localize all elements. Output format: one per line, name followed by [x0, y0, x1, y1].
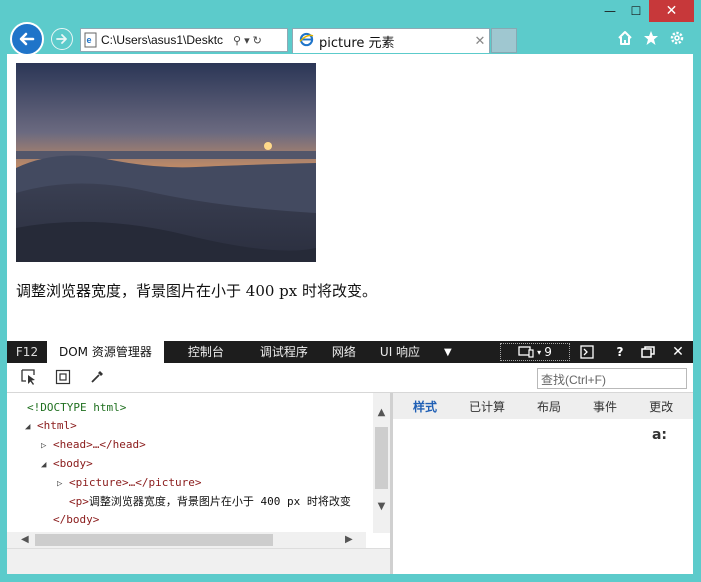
address-text[interactable]: C:\Users\asus1\Desktc — [101, 33, 231, 47]
home-icon[interactable] — [616, 28, 634, 48]
ie-page-icon: e — [81, 29, 101, 51]
picture-tag: <picture>…</picture> — [69, 476, 202, 489]
expand-triangle-icon[interactable]: ▷ — [41, 437, 53, 455]
styles-pane: 样式 已计算 布局 事件 更改 a: — [393, 393, 693, 574]
dom-node-html[interactable]: ◢ <html> — [25, 417, 77, 435]
collapse-triangle-icon[interactable]: ◢ — [25, 418, 37, 436]
expand-triangle-icon[interactable]: ▷ — [57, 475, 69, 493]
refresh-icon[interactable]: ↻ — [253, 34, 262, 47]
tab-changes[interactable]: 更改 — [629, 398, 685, 415]
scroll-left-icon[interactable]: ◀ — [21, 532, 29, 548]
search-icon[interactable]: ⚲ — [233, 34, 241, 47]
tab-picture[interactable]: picture 元素 ✕ — [292, 28, 490, 53]
dom-horizontal-scrollbar[interactable]: ◀ ▶ — [7, 532, 366, 548]
dom-tree-pane: <!DOCTYPE html> ◢ <html> ▷ <head>…</head> … — [7, 393, 390, 548]
more-tabs-icon[interactable]: ▼ — [444, 347, 452, 358]
address-bar[interactable]: e C:\Users\asus1\Desktc ⚲ ▾ ↻ — [80, 28, 288, 52]
monitor-icon — [518, 346, 534, 358]
svg-text:e: e — [87, 35, 92, 45]
browser-window: — ☐ ✕ e C:\Users\asus1\Desktc ⚲ ▾ ↻ pict… — [0, 0, 701, 582]
collapse-triangle-icon[interactable]: ◢ — [41, 456, 53, 474]
tab-title: picture 元素 — [319, 35, 395, 51]
undock-icon[interactable] — [637, 341, 659, 363]
forward-button[interactable] — [51, 28, 73, 50]
page-viewport: 调整浏览器宽度，背景图片在小于 400 px 时将改变。 — [7, 54, 693, 341]
chevron-down-icon[interactable]: ▾ — [244, 34, 250, 47]
tab-styles[interactable]: 样式 — [393, 398, 449, 415]
back-arrow-icon — [19, 32, 35, 46]
tab-dom-explorer[interactable]: DOM 资源管理器 — [47, 341, 164, 363]
dom-vertical-scrollbar[interactable]: ▲ ▼ — [373, 393, 390, 533]
favorites-star-icon[interactable] — [642, 28, 660, 48]
tab-computed[interactable]: 已计算 — [449, 398, 517, 415]
minimize-button[interactable]: — — [597, 0, 623, 22]
dom-node-p[interactable]: <p>调整浏览器宽度，背景图片在小于 400 px 时将改变 — [57, 493, 351, 511]
settings-gear-icon[interactable] — [668, 28, 686, 48]
highlight-box-icon[interactable] — [53, 367, 73, 387]
ie-logo-icon — [299, 32, 314, 50]
select-element-icon[interactable] — [19, 367, 39, 387]
devtools-tab-bar: F12 DOM 资源管理器 控制台 调试程序 网络 UI 响应 ▼ ▾ 9 ? — [7, 341, 693, 363]
body-tag: <body> — [53, 457, 93, 470]
dom-node-body-close[interactable]: </body> — [41, 511, 99, 529]
styles-tab-bar: 样式 已计算 布局 事件 更改 — [393, 393, 693, 419]
body-close-tag: </body> — [53, 513, 100, 526]
dom-node-body[interactable]: ◢ <body> — [41, 455, 93, 473]
page-paragraph: 调整浏览器宽度，背景图片在小于 400 px 时将改变。 — [16, 282, 377, 300]
scroll-up-icon[interactable]: ▲ — [375, 407, 388, 418]
dom-node-head[interactable]: ▷ <head>…</head> — [41, 436, 146, 454]
p-text: 调整浏览器宽度，背景图片在小于 400 px 时将改变 — [88, 495, 351, 508]
tab-debugger[interactable]: 调试程序 — [248, 341, 320, 363]
back-button[interactable] — [10, 22, 44, 56]
tab-events[interactable]: 事件 — [573, 398, 629, 415]
close-devtools-icon[interactable]: ✕ — [669, 341, 687, 363]
close-tab-icon[interactable]: ✕ — [471, 34, 489, 49]
f12-label: F12 — [15, 345, 39, 359]
devtools-toolbar: 查找(Ctrl+F) — [7, 363, 693, 393]
dom-node-doctype[interactable]: <!DOCTYPE html> — [15, 399, 126, 417]
tab-layout[interactable]: 布局 — [517, 398, 573, 415]
pseudo-class-toggle[interactable]: a: — [652, 427, 667, 443]
dom-node-picture[interactable]: ▷ <picture>…</picture> — [57, 474, 201, 492]
tab-network[interactable]: 网络 — [320, 341, 368, 363]
close-window-button[interactable]: ✕ — [649, 0, 694, 22]
dom-vertical-scroll-thumb[interactable] — [375, 427, 388, 489]
dom-status-area — [7, 548, 390, 574]
scroll-down-icon[interactable]: ▼ — [375, 501, 388, 512]
doctype-text: <!DOCTYPE html> — [27, 401, 127, 414]
forward-arrow-icon — [56, 34, 67, 44]
emulation-value: 9 — [544, 345, 552, 359]
scroll-right-icon[interactable]: ▶ — [345, 532, 353, 548]
color-picker-icon[interactable] — [87, 367, 107, 387]
help-button[interactable]: ? — [611, 341, 629, 363]
tab-ui-responsiveness[interactable]: UI 响应 — [368, 341, 432, 363]
console-pane-icon[interactable] — [575, 341, 599, 363]
new-tab-button[interactable] — [491, 28, 517, 53]
emulation-button[interactable]: ▾ 9 — [500, 343, 570, 361]
p-tag: <p> — [69, 495, 89, 508]
desert-sunset-picture — [16, 63, 316, 262]
dom-horizontal-scroll-thumb[interactable] — [35, 534, 273, 546]
head-tag: <head>…</head> — [53, 438, 146, 451]
maximize-button[interactable]: ☐ — [623, 0, 649, 22]
html-tag: <html> — [37, 419, 77, 432]
tab-console[interactable]: 控制台 — [176, 341, 236, 363]
emulation-dropdown-icon: ▾ — [537, 347, 542, 357]
find-input[interactable]: 查找(Ctrl+F) — [537, 368, 687, 389]
